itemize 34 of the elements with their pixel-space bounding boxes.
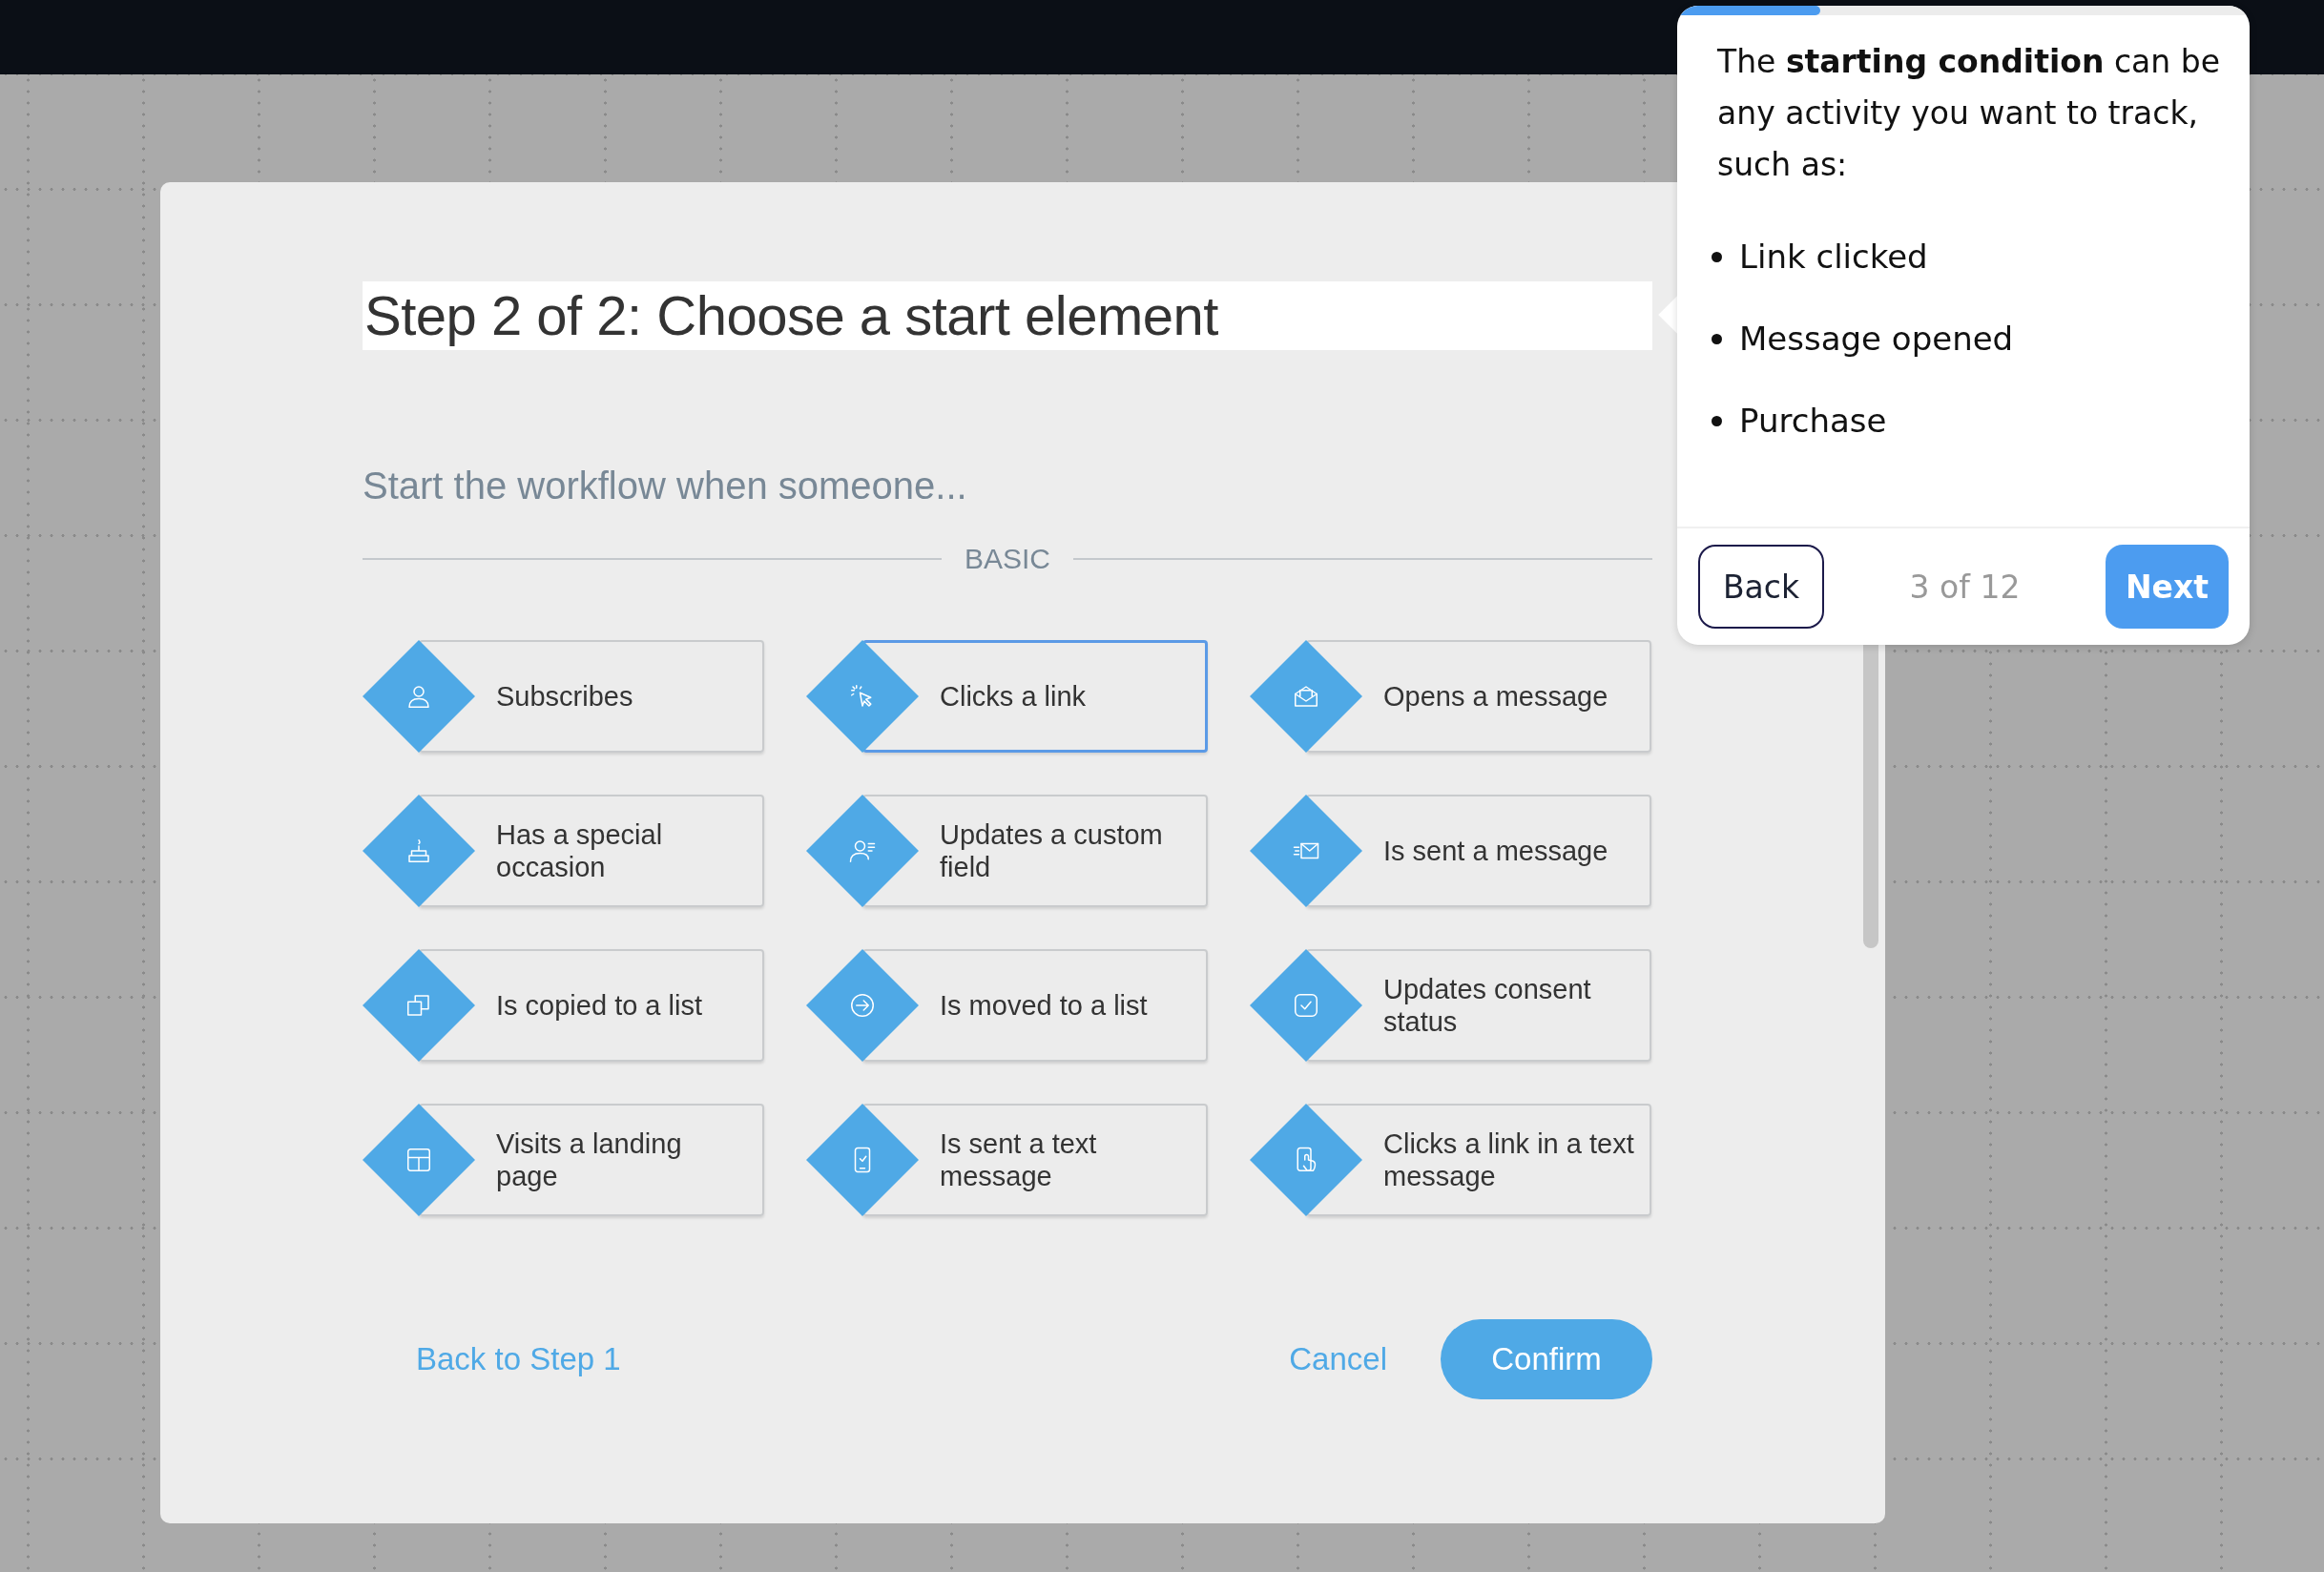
start-element-card[interactable]: Has a special occasion	[363, 795, 764, 907]
phone-hand-icon	[1250, 1104, 1362, 1216]
cake-icon	[363, 795, 475, 907]
start-element-card[interactable]: Updates consent status	[1250, 949, 1651, 1062]
start-element-card[interactable]: Visits a landing page	[363, 1104, 764, 1216]
envelope-lines-icon	[1250, 795, 1362, 907]
phone-check-icon	[806, 1104, 919, 1216]
person-lines-icon	[806, 795, 919, 907]
start-element-card[interactable]: Subscribes	[363, 640, 764, 753]
squares-icon	[363, 949, 475, 1062]
subtitle: Start the workflow when someone...	[363, 464, 968, 508]
bullet-icon	[1712, 333, 1722, 344]
bullet-text: Link clicked	[1739, 238, 1928, 276]
dialog-title: Step 2 of 2: Choose a start element	[363, 281, 1652, 350]
cursor-icon	[806, 640, 919, 753]
start-element-card[interactable]: Clicks a link	[806, 640, 1208, 753]
start-element-card[interactable]: Is sent a text message	[806, 1104, 1208, 1216]
start-element-card[interactable]: Is copied to a list	[363, 949, 764, 1062]
start-element-card[interactable]: Opens a message	[1250, 640, 1651, 753]
section-label: BASIC	[965, 543, 1050, 575]
tooltip-text: The starting condition can be any activity you want to track, such as:	[1717, 42, 2221, 185]
start-element-card[interactable]: Is moved to a list	[806, 949, 1208, 1062]
bullet-text: Purchase	[1739, 402, 1887, 440]
start-element-card[interactable]: Clicks a link in a text message	[1250, 1104, 1651, 1216]
envelope-icon	[1250, 640, 1362, 753]
person-icon	[363, 640, 475, 753]
back-button[interactable]: Back	[1698, 545, 1824, 629]
layout-icon	[363, 1104, 475, 1216]
bullet-text: Message opened	[1739, 320, 2014, 358]
start-element-card[interactable]: Updates a custom field	[806, 795, 1208, 907]
bullet-icon	[1712, 251, 1722, 262]
start-element-card[interactable]: Is sent a message	[1250, 795, 1651, 907]
bullet-icon	[1712, 415, 1722, 426]
step-counter: 3 of 12	[1909, 568, 2021, 606]
